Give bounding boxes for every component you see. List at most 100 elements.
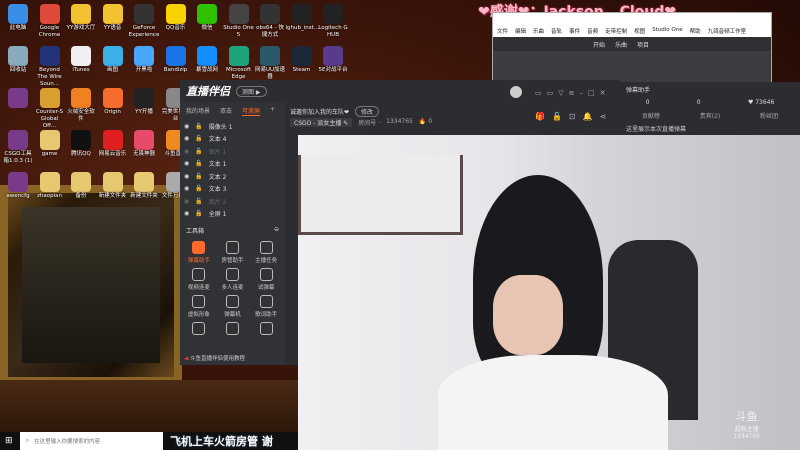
eye-icon[interactable]: ◉ (184, 173, 189, 180)
start-icon[interactable]: ⊞ (5, 436, 13, 446)
desktop-icon[interactable]: GeForce Experience (128, 4, 160, 39)
menu-item[interactable]: 事件 (569, 27, 580, 35)
eye-icon[interactable]: ◉ (184, 185, 189, 192)
lock-icon[interactable]: 🔓 (195, 148, 202, 155)
desktop-icon[interactable]: 火绒安全软件 (65, 88, 97, 123)
eye-icon[interactable]: ◉ (184, 135, 189, 142)
desktop-icon[interactable]: YY开播 (128, 88, 160, 116)
menu-item[interactable]: Studio One (652, 27, 682, 35)
tool-button[interactable]: 虚拟形象 (182, 295, 216, 318)
desktop-icon[interactable]: 回收站 (2, 46, 34, 74)
eye-icon[interactable]: ◉ (184, 123, 189, 130)
category[interactable]: CSGO - 派女主播 ✎ (290, 118, 353, 127)
source-item[interactable]: ◉ 🔓 摄像头 1 (180, 120, 285, 133)
tool-button[interactable]: 试弹幕 (249, 268, 283, 291)
desktop-icon[interactable]: lghub_inst... (286, 4, 319, 32)
menu-item[interactable]: 音频 (587, 27, 598, 35)
menu-item[interactable]: 文件 (497, 27, 508, 35)
desktop-icon[interactable]: awencfg (2, 172, 34, 200)
toolbar-button[interactable]: 开始 (593, 40, 605, 49)
desktop-icon[interactable]: 此电脑 (2, 4, 34, 32)
desktop-icon[interactable]: Beyond The Wire Soun... (34, 46, 66, 88)
edit-button[interactable]: 修改 (355, 106, 380, 117)
source-item[interactable]: ◉ 🔓 图片 1 (180, 145, 285, 158)
desktop-icon[interactable]: Google Chrome (34, 4, 66, 39)
action-icons[interactable]: 🎁🔓⊡🔔⋖ (535, 112, 613, 121)
more-icon[interactable]: ⊖ (274, 226, 279, 235)
lock-icon[interactable]: 🔓 (195, 173, 202, 180)
tab-contrib[interactable]: 贡献榜 (642, 111, 660, 120)
menu-item[interactable]: 编辑 (515, 27, 526, 35)
desktop-icon[interactable]: Microsoft Edge (223, 46, 255, 81)
menu-item[interactable]: 走带控制 (605, 27, 627, 35)
tutorial-link[interactable]: 斗鱼直播伴侣使用教程 (190, 356, 245, 362)
tool-button[interactable] (249, 322, 283, 337)
source-item[interactable]: ◉ 🔓 文本 3 (180, 183, 285, 196)
eye-icon[interactable]: ◉ (184, 198, 189, 205)
desktop-icon[interactable]: zhaopian (34, 172, 66, 200)
tool-button[interactable]: 歌词助手 (249, 295, 283, 318)
desktop-icon[interactable]: game (34, 130, 66, 158)
desktop-icon[interactable]: Origin (97, 88, 129, 116)
desktop-icon[interactable]: 新建文件夹 (128, 172, 160, 200)
desktop-icon[interactable]: 网易UU加速器 (254, 46, 286, 81)
desktop-icon[interactable]: 无畏神器 (128, 130, 160, 158)
desktop-icon[interactable]: 微信 (191, 4, 223, 32)
desktop-icon[interactable]: Bandizip (160, 46, 192, 74)
toolbar-button[interactable]: 项目 (637, 40, 649, 49)
tool-button[interactable]: 多人连麦 (216, 268, 250, 291)
desktop-icon[interactable]: 画图 (97, 46, 129, 74)
desktop-icon[interactable]: QQ音乐 (160, 4, 192, 32)
source-item[interactable]: ◉ 🔓 图片 2 (180, 195, 285, 208)
source-item[interactable]: ◉ 🔓 文本 2 (180, 170, 285, 183)
scene-tab[interactable]: 双击 (220, 106, 232, 116)
desktop-icon[interactable]: Studio One 5 (223, 4, 255, 39)
menu-item[interactable]: 视图 (634, 27, 645, 35)
desktop-icon[interactable]: 网易云音乐 (97, 130, 129, 158)
lock-icon[interactable]: 🔓 (195, 198, 202, 205)
desktop-icon[interactable] (2, 88, 34, 109)
search-box[interactable]: ⌕ 在这里输入你要搜索的内容 (20, 432, 163, 450)
avatar[interactable] (510, 86, 522, 98)
title-bar[interactable] (493, 13, 771, 25)
menu-item[interactable]: 乐曲 (533, 27, 544, 35)
desktop-icon[interactable]: 新建文件夹 (97, 172, 129, 200)
desktop-icon[interactable]: Counter-S Global Off... (34, 88, 66, 130)
lock-icon[interactable]: 🔓 (195, 160, 202, 167)
tool-button[interactable]: 弹幕机 (216, 295, 250, 318)
desktop-icon[interactable]: 腾讯QQ (65, 130, 97, 158)
tool-button[interactable] (182, 322, 216, 337)
window-controls-icon[interactable]: ▭▭▽≡–□✕ (535, 89, 610, 97)
menu-item[interactable]: 帮助 (690, 27, 701, 35)
menu-item[interactable]: 音轨 (551, 27, 562, 35)
desktop-icon[interactable]: obs64 - 快捷方式 (254, 4, 286, 39)
source-item[interactable]: ◉ 🔓 文本 4 (180, 133, 285, 146)
menu-item[interactable]: 九鸽音频工作室 (708, 27, 747, 35)
desktop-icon[interactable]: 暴雪战网 (191, 46, 223, 74)
toolbar-button[interactable]: 乐曲 (615, 40, 627, 49)
tab-fans[interactable]: 粉丝团 (760, 111, 778, 120)
tool-button[interactable]: 房管助手 (216, 241, 250, 264)
scene-tab[interactable]: 可滚屏 (242, 106, 261, 116)
tool-button[interactable]: 弹幕助手 (182, 241, 216, 264)
desktop-icon[interactable]: 开黑啦 (128, 46, 160, 74)
tool-button[interactable] (216, 322, 250, 337)
source-item[interactable]: ◉ 🔓 全屏 1 (180, 208, 285, 221)
source-item[interactable]: ◉ 🔓 文本 1 (180, 158, 285, 171)
desktop-icon[interactable]: CSGO工具箱1.0.3 (1) (2, 130, 34, 165)
tool-button[interactable]: 主播任务 (249, 241, 283, 264)
desktop-icon[interactable]: 5E对战平台 (317, 46, 349, 74)
scene-tab[interactable]: + (270, 106, 275, 116)
eye-icon[interactable]: ◉ (184, 160, 189, 167)
mode-badge[interactable]: 测图 ▶ (236, 85, 267, 97)
desktop-icon[interactable]: Logitech G HUB (317, 4, 349, 39)
desktop-icon[interactable]: Steam (286, 46, 318, 74)
desktop-icon[interactable]: YY游戏大厅 (65, 4, 97, 32)
eye-icon[interactable]: ◉ (184, 148, 189, 155)
tab-vip[interactable]: 贵宾(2) (700, 111, 721, 120)
lock-icon[interactable]: 🔓 (195, 210, 202, 217)
lock-icon[interactable]: 🔓 (195, 135, 202, 142)
lock-icon[interactable]: 🔓 (195, 123, 202, 130)
lock-icon[interactable]: 🔓 (195, 185, 202, 192)
scene-tab[interactable]: 我的场景 (186, 106, 210, 116)
